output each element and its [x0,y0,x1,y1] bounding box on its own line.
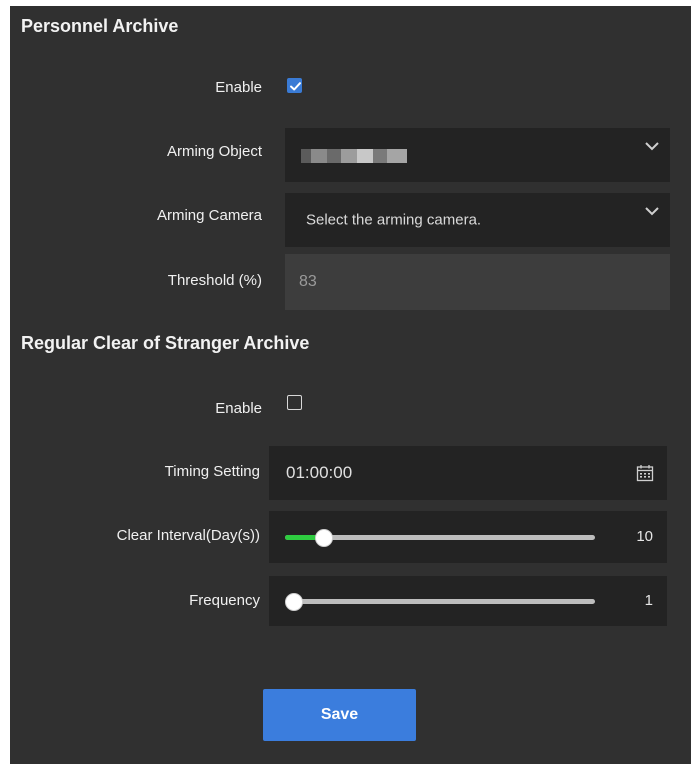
frequency-slider-track[interactable] [285,599,595,604]
frequency-row: 1 [269,576,667,626]
threshold-label: Threshold (%) [167,272,262,289]
clear-interval-label: Clear Interval(Day(s)) [116,527,260,544]
chevron-down-icon[interactable] [644,138,660,154]
arming-object-select[interactable] [285,128,670,182]
timing-setting-label: Timing Setting [164,463,260,480]
settings-panel: Personnel Archive Enable Arming Object A… [10,6,691,764]
frequency-slider-thumb[interactable] [285,593,303,611]
arming-camera-label: Arming Camera [156,207,262,224]
calendar-icon[interactable] [636,464,654,482]
arming-object-label: Arming Object [166,143,262,160]
personnel-enable-label: Enable [215,79,262,96]
section-title-stranger-archive: Regular Clear of Stranger Archive [21,333,310,353]
stranger-enable-label: Enable [215,400,262,417]
arming-camera-select[interactable]: Select the arming camera. [285,193,670,247]
section-title-personnel-archive: Personnel Archive [21,16,179,36]
threshold-value: 83 [299,273,317,290]
timing-setting-input[interactable]: 01:00:00 [269,446,667,500]
clear-interval-slider-fill [285,535,319,540]
timing-setting-value: 01:00:00 [286,463,353,482]
chevron-down-icon[interactable] [644,203,660,219]
frequency-label: Frequency [189,592,260,609]
clear-interval-row: 10 [269,511,667,563]
checkbox-checked-icon [290,82,301,91]
threshold-input[interactable]: 83 [285,254,670,310]
arming-object-redacted-value [301,149,407,163]
clear-interval-value: 10 [636,528,653,545]
arming-camera-placeholder: Select the arming camera. [306,211,482,229]
save-button[interactable]: Save [263,689,416,741]
stranger-enable-checkbox[interactable] [287,395,302,410]
frequency-value: 1 [644,592,653,609]
personnel-enable-checkbox[interactable] [287,78,302,93]
clear-interval-slider-thumb[interactable] [314,529,333,547]
